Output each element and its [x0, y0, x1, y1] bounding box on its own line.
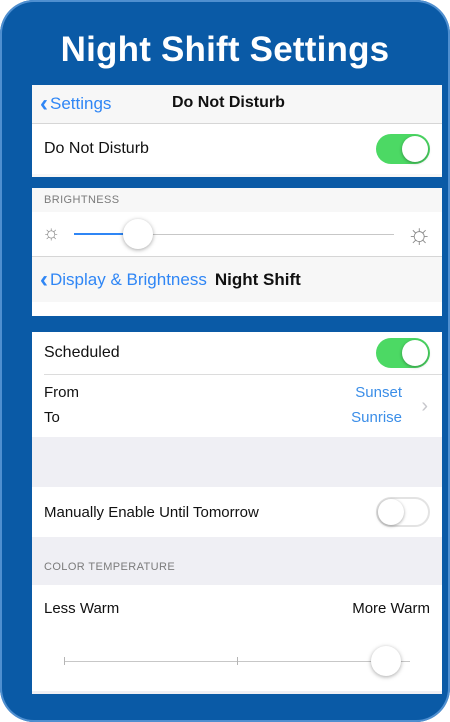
section-gap: [32, 437, 442, 487]
chevron-left-icon: ‹: [40, 265, 48, 293]
sun-large-icon: ☼: [406, 218, 432, 249]
back-label: Display & Brightness: [50, 269, 207, 289]
brightness-panel: BRIGHTNESS ☼ ☼ ‹ Display & Brightness Ni…: [32, 188, 442, 316]
color-temperature-header: COLOR TEMPERATURE: [44, 561, 176, 573]
settings-back-button[interactable]: ‹ Settings: [40, 92, 111, 116]
back-label: Settings: [50, 94, 112, 113]
warmth-tick: [64, 657, 65, 665]
scheduled-row: Scheduled: [32, 332, 442, 374]
to-label: To: [44, 409, 60, 426]
card: Night Shift Settings ‹ Settings Do Not D…: [0, 0, 450, 722]
dnd-navbar: ‹ Settings Do Not Disturb: [32, 85, 442, 123]
toggle-knob: [402, 136, 428, 162]
scheduled-toggle[interactable]: [376, 338, 430, 368]
schedule-group: Scheduled From To Sunset Sunrise ›: [32, 332, 442, 437]
manual-enable-row: Manually Enable Until Tomorrow: [32, 487, 442, 537]
display-brightness-back-button[interactable]: ‹ Display & Brightness: [40, 265, 207, 293]
chevron-left-icon: ‹: [40, 90, 48, 117]
warmth-tick: [237, 657, 238, 665]
dnd-panel: ‹ Settings Do Not Disturb Do Not Disturb: [32, 85, 442, 177]
night-shift-nav-title: Night Shift: [214, 269, 301, 289]
dnd-row-label: Do Not Disturb: [44, 140, 149, 157]
to-value: Sunrise: [351, 409, 402, 426]
brightness-header: BRIGHTNESS: [32, 188, 442, 212]
card-title: Night Shift Settings: [60, 30, 390, 69]
chevron-right-icon: ›: [421, 395, 428, 417]
dnd-nav-title: Do Not Disturb: [172, 94, 285, 111]
manual-enable-label: Manually Enable Until Tomorrow: [44, 503, 259, 521]
brightness-slider-row: ☼ ☼: [32, 212, 442, 256]
dnd-toggle[interactable]: [376, 134, 430, 164]
brightness-slider-thumb[interactable]: [123, 219, 153, 249]
dnd-row: Do Not Disturb: [32, 124, 442, 174]
more-warm-label: More Warm: [352, 599, 430, 617]
warmth-slider-row: [32, 631, 442, 691]
warmth-slider-thumb[interactable]: [370, 646, 401, 676]
night-shift-navbar: ‹ Display & Brightness Night Shift: [32, 256, 442, 302]
warmth-labels-row: Less Warm More Warm: [32, 585, 442, 631]
from-value: Sunset: [355, 384, 402, 401]
scheduled-label: Scheduled: [44, 344, 120, 361]
night-shift-panel: Scheduled From To Sunset Sunrise › Manua…: [32, 332, 442, 694]
sun-small-icon: ☼: [42, 222, 61, 244]
color-temperature-header-area: COLOR TEMPERATURE: [32, 537, 442, 585]
from-to-row[interactable]: From To Sunset Sunrise ›: [32, 375, 442, 437]
from-label: From: [44, 384, 79, 401]
toggle-knob: [402, 340, 428, 366]
manual-enable-toggle[interactable]: [376, 497, 430, 527]
toggle-knob: [378, 499, 404, 525]
less-warm-label: Less Warm: [44, 599, 120, 617]
